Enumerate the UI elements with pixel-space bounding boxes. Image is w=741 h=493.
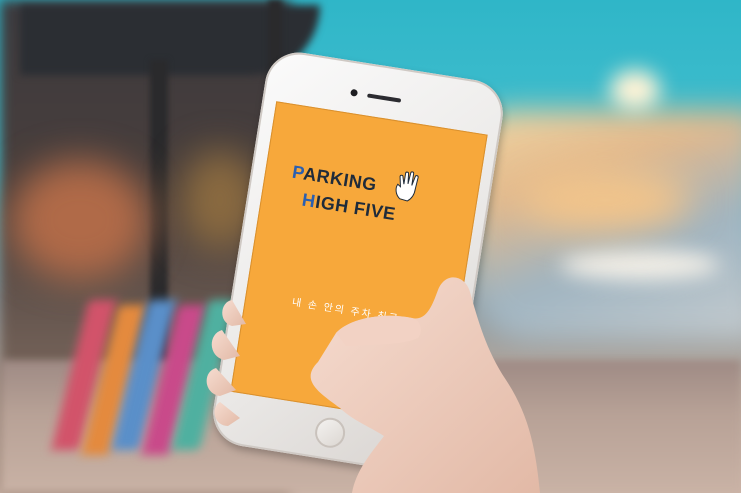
warm-reflection	[520, 170, 690, 230]
app-title-line2: HIGH FIVE	[300, 189, 398, 225]
hand-wave-icon	[395, 171, 419, 202]
street-light-glow	[610, 70, 660, 110]
home-button[interactable]	[312, 415, 348, 450]
app-tagline: 내 손 안의 주차 친구	[291, 297, 401, 326]
front-camera	[350, 88, 359, 97]
app-splash-screen[interactable]: PARKING HIGH FIVE 내 손 안의 주차 친구	[230, 101, 488, 426]
shop-glow	[10, 160, 150, 280]
earpiece-speaker	[367, 93, 402, 103]
train-light-streak	[560, 250, 720, 280]
